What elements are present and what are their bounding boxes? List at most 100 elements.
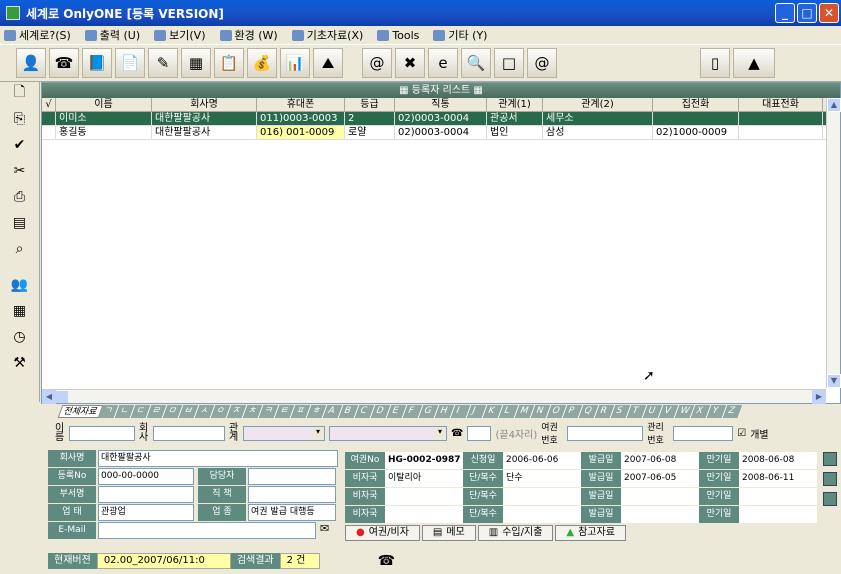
print-icon[interactable]: ⎙ [0,186,39,208]
position-field[interactable] [248,486,336,503]
sidebar: 🗋 ⎘ ✔ ✂ ⎙ ▤ ⌕ 👥 ▦ ◷ ⚒ [0,82,40,402]
ie-icon[interactable]: e [428,48,458,78]
column-header[interactable]: 관계(2) [543,98,653,111]
tab-memo[interactable]: ▤ 메모 [421,525,476,541]
column-header[interactable]: √ [42,98,56,111]
window-icon[interactable] [823,452,837,466]
scroll-thumb[interactable] [56,391,68,403]
reference-icon: ▲ [566,527,575,538]
money-icon[interactable]: 💰 [247,48,277,78]
column-header[interactable]: 집전화 [653,98,739,111]
edit-icon[interactable]: ✎ [148,48,178,78]
save-icon[interactable]: ▤ [0,212,39,234]
menu-item-basedata[interactable]: 기초자료(X) [291,27,363,43]
passport-input[interactable] [567,425,644,441]
biz-field[interactable]: 관광업 [98,504,194,521]
group-icon[interactable]: 👥 [0,274,39,296]
copy-icon[interactable]: ⎘ [0,108,39,130]
table-row[interactable]: 이미소 대한팔팔공사 011)0003-0003 2 02)0003-0004 … [42,112,840,126]
calendar-icon[interactable]: ▦ [181,48,211,78]
phone-icon[interactable]: ☎ [49,48,79,78]
mail-icon[interactable]: @ [362,48,392,78]
search-icon[interactable]: 🔍 [461,48,491,78]
column-header[interactable]: 직통 [395,98,487,111]
memo-icon: ▤ [432,527,443,538]
book-icon[interactable]: 📘 [82,48,112,78]
company-input[interactable] [153,425,225,441]
individual-label: 개별 [750,429,769,441]
menu-item-print[interactable]: 출력 (U) [84,27,140,43]
company-logo-icon[interactable]: ▲ [733,48,775,78]
column-header[interactable]: 이름 [56,98,152,111]
clipboard-icon[interactable]: □ [494,48,524,78]
menu-item-tools[interactable]: Tools [377,29,419,42]
scroll-down-icon[interactable]: ▼ [827,374,841,388]
type-field[interactable]: 여권 발급 대행등 [248,504,336,521]
search-icon[interactable]: ⌕ [0,238,39,260]
sheet-icon[interactable] [823,492,837,506]
scroll-up-icon[interactable]: ▲ [827,98,841,112]
name-label: 이름 [55,423,65,443]
tools-icon[interactable]: ⚒ [0,352,39,374]
exit-icon[interactable]: ▯ [700,48,730,78]
menu-item-view[interactable]: 보기(V) [154,27,206,43]
at-icon[interactable]: @ [527,48,557,78]
tab-income-expense[interactable]: ▥ 수입/지출 [477,525,554,541]
bottom-tabs: ● 여권/비자 ▤ 메모 ▥ 수입/지출 ▲ 참고자료 [345,525,626,541]
phone-input[interactable] [467,425,492,441]
manage-input[interactable] [673,425,734,441]
chart-icon[interactable]: 📊 [280,48,310,78]
name-input[interactable] [69,425,135,441]
company-field[interactable]: 대한팔팔공사 [98,450,338,467]
doc-icon[interactable]: 📄 [115,48,145,78]
notes-icon[interactable]: 📋 [214,48,244,78]
close-button[interactable]: ✕ [819,3,839,23]
tab-reference[interactable]: ▲ 참고자료 [555,525,626,541]
scroll-right-icon[interactable]: ▶ [812,390,826,404]
individual-checkbox[interactable]: ☑ [737,428,746,439]
dept-field[interactable] [98,486,194,503]
user-icon[interactable]: 👤 [16,48,46,78]
relation2-select[interactable] [329,425,447,441]
minimize-button[interactable]: _ [775,3,795,23]
column-header[interactable]: 관계(1) [487,98,543,111]
schedule-icon[interactable]: ◷ [0,326,39,348]
tab-index-40[interactable]: Z [722,405,744,418]
app-icon [6,6,20,20]
horizontal-scrollbar[interactable]: ◀ ▶ [42,389,826,404]
mouse-cursor-icon: ➚ [643,368,655,384]
copy-icon[interactable] [823,472,837,486]
mail-icon[interactable]: ✉ [320,522,329,539]
column-header[interactable]: 대표전화 [739,98,823,111]
column-header[interactable]: 회사명 [152,98,257,111]
user-icon [4,29,16,41]
grid-title: ▦ 등록자 리스트 ▦ [42,83,840,98]
data-icon [291,29,304,41]
maximize-button[interactable]: □ [797,3,817,23]
new-doc-icon[interactable]: 🗋 [0,82,39,104]
tab-passport-visa[interactable]: ● 여권/비자 [345,525,420,541]
window-title: 세계로 OnlyONE [등록 VERSION] [26,6,224,21]
cut-icon[interactable]: ✂ [0,160,39,182]
check-icon[interactable]: ✔ [0,134,39,156]
tab-index-0[interactable]: 전체자료 [57,405,104,418]
scroll-left-icon[interactable]: ◀ [42,390,56,404]
phone-icon[interactable]: ☎ [378,553,395,569]
relation-select[interactable] [243,425,325,441]
title-bar: 세계로 OnlyONE [등록 VERSION] _ □ ✕ [0,0,841,26]
status-bar: 현재버젼 02.00_2007/06/11:0 검색결과 2 건 ☎ [48,552,395,570]
menu-item-settings[interactable]: 환경 (W) [219,27,278,43]
settings-icon [219,29,232,41]
sheet-icon[interactable]: ▦ [0,300,39,322]
email-field[interactable] [98,522,316,539]
column-header[interactable]: 등급 [345,98,395,111]
manager-field[interactable] [248,468,336,485]
person-icon[interactable]: ⛰ [313,48,343,78]
menu-item-other[interactable]: 기타 (Y) [433,27,487,43]
vertical-scrollbar[interactable]: ▲ ▼ [826,98,841,388]
column-header[interactable]: 휴대폰 [257,98,345,111]
regno-field[interactable]: 000-00-0000 [98,468,194,485]
excel-icon[interactable]: ✖ [395,48,425,78]
table-row[interactable]: 홍길동 대한팔팔공사 016) 001-0009 로얄 02)0003-0004… [42,126,840,140]
menu-item-main[interactable]: 세계로?(S) [4,27,71,43]
